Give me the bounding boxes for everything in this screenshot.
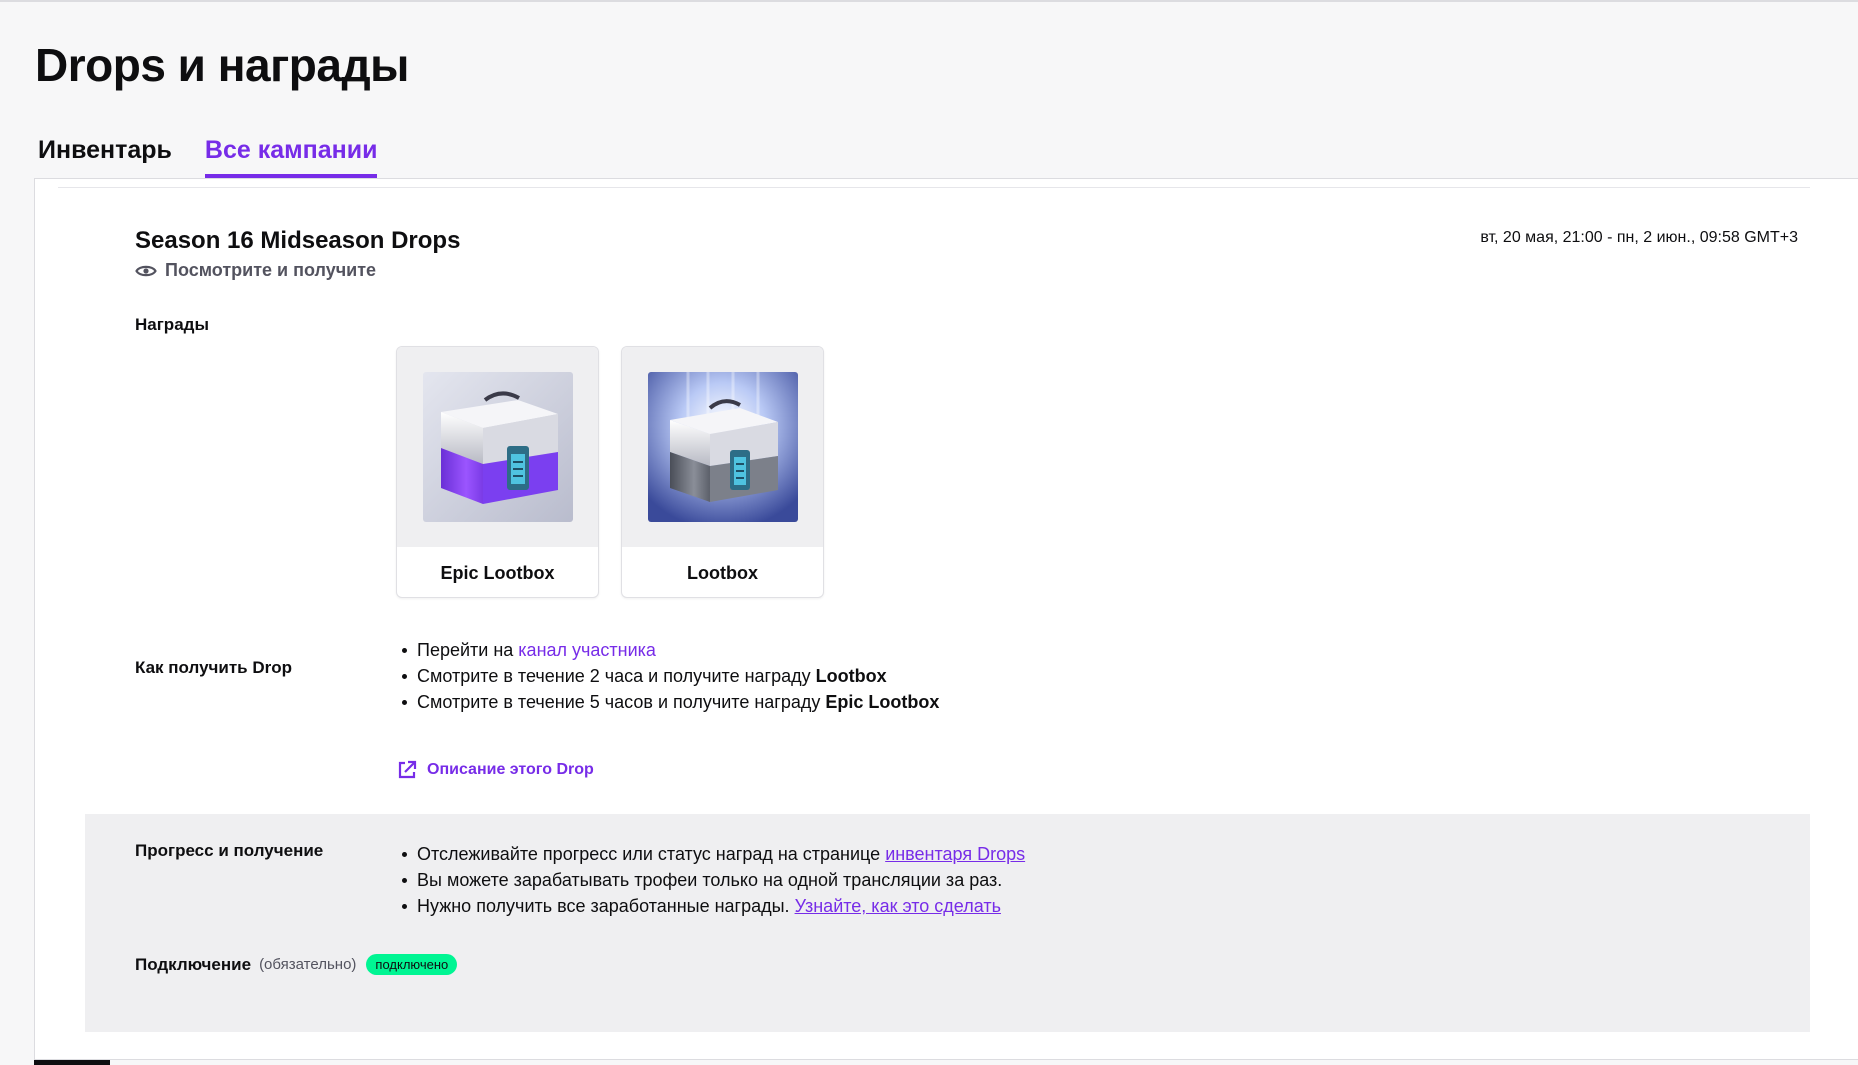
list-item: Вы можете зарабатывать трофеи только на … [399, 867, 1025, 893]
drops-inventory-link[interactable]: инвентаря Drops [885, 844, 1025, 864]
participant-channel-link[interactable]: канал участника [518, 640, 656, 660]
divider [58, 187, 1810, 188]
rewards-label: Награды [135, 315, 209, 334]
tab-inventory[interactable]: Инвентарь [38, 136, 172, 178]
list-item: Смотрите в течение 2 часа и получите наг… [399, 663, 939, 689]
bottom-corner-mark [34, 1060, 110, 1065]
list-item-text: Нужно получить все заработанные награды. [417, 896, 795, 916]
campaign-subtitle: Посмотрите и получите [135, 260, 376, 281]
progress-section: Прогресс и получение Отслеживайте прогре… [85, 814, 1810, 1032]
reward-image-frame [397, 347, 598, 547]
reward-image-frame [622, 347, 823, 547]
reward-name: Epic Lootbox [440, 562, 555, 583]
epic-lootbox-image [422, 372, 573, 522]
reward-name: Lootbox [687, 562, 758, 583]
drop-description-link[interactable]: Описание этого Drop [396, 759, 594, 781]
learn-how-link[interactable]: Узнайте, как это сделать [795, 896, 1001, 916]
eye-icon [135, 265, 157, 276]
progress-list: Отслеживайте прогресс или статус наград … [399, 841, 1025, 919]
lootbox-image [647, 372, 798, 522]
top-border [0, 0, 1858, 2]
list-item-text: Отслеживайте прогресс или статус наград … [417, 844, 886, 864]
reward-card-lootbox[interactable]: Lootbox [621, 346, 824, 598]
progress-label: Прогресс и получение [135, 841, 324, 860]
page-title: Drops и награды [35, 39, 409, 91]
connection-row: Подключение (обязательно) подключено [135, 954, 458, 975]
connection-required-note: (обязательно) [259, 956, 357, 973]
external-link-icon [398, 760, 417, 779]
list-item-text: Смотрите в течение 5 часов и получите на… [417, 692, 826, 712]
list-item-text: Перейти на [417, 640, 519, 660]
list-item-text: Вы можете зарабатывать трофеи только на … [417, 870, 1003, 890]
campaign-subtitle-text: Посмотрите и получите [165, 260, 377, 280]
tab-all-campaigns[interactable]: Все кампании [204, 136, 378, 178]
rewards-list: Epic Lootbox Lootbox [396, 346, 824, 598]
list-item-text: Смотрите в течение 2 часа и получите наг… [417, 666, 816, 686]
list-item: Смотрите в течение 5 часов и получите на… [399, 689, 939, 715]
list-item: Отслеживайте прогресс или статус наград … [399, 841, 1025, 867]
connection-label: Подключение [135, 954, 252, 974]
list-item: Нужно получить все заработанные награды.… [399, 893, 1025, 919]
drop-description-label: Описание этого Drop [427, 761, 594, 778]
howto-label: Как получить Drop [135, 658, 293, 677]
reward-name-inline: Lootbox [815, 666, 887, 686]
reward-name-inline: Epic Lootbox [825, 692, 940, 712]
campaign-panel: Season 16 Midseason Drops Посмотрите и п… [34, 178, 1858, 1060]
campaign-dates: вт, 20 мая, 21:00 - пн, 2 июн., 09:58 GM… [1480, 229, 1798, 246]
list-item: Перейти на канал участника [399, 637, 939, 663]
howto-list: Перейти на канал участника Смотрите в те… [399, 637, 939, 715]
reward-card-epic-lootbox[interactable]: Epic Lootbox [396, 346, 599, 598]
tab-bar: Инвентарь Все кампании [38, 136, 378, 178]
status-badge: подключено [366, 954, 458, 975]
campaign-title: Season 16 Midseason Drops [135, 227, 461, 254]
